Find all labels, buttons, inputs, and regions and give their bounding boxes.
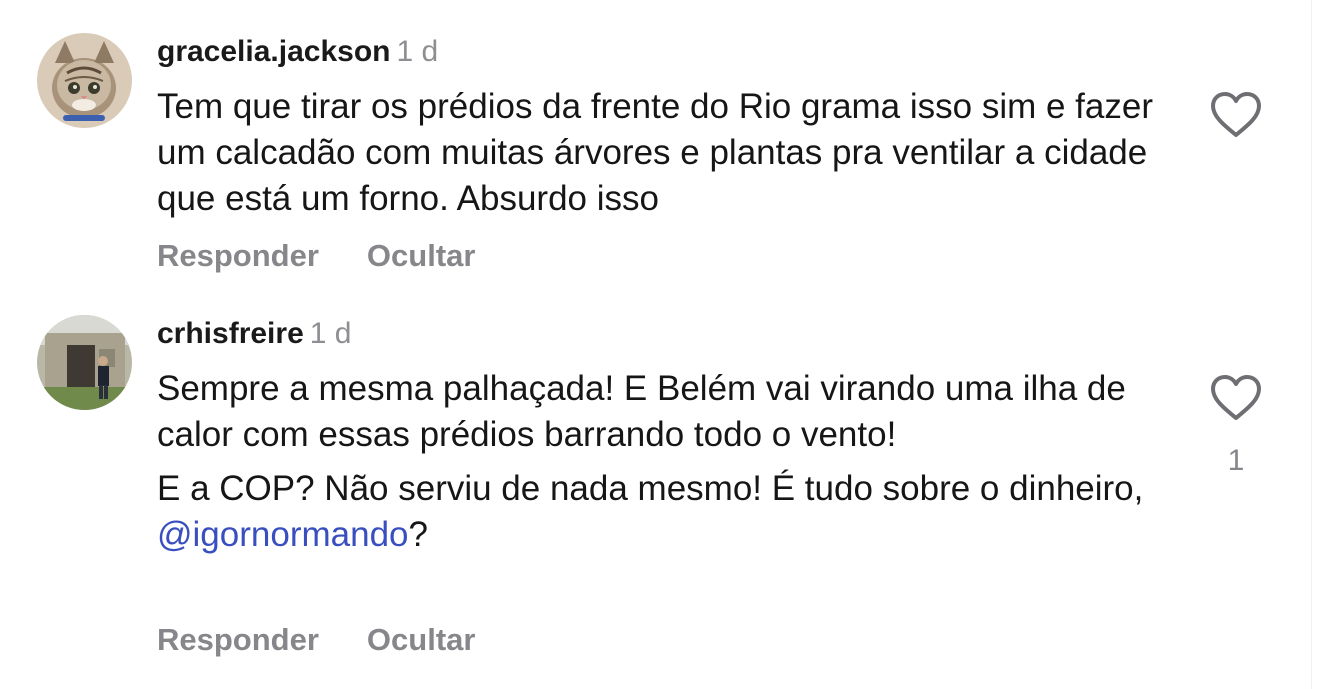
- avatar[interactable]: [37, 315, 132, 410]
- like-count: 1: [1227, 444, 1245, 477]
- username[interactable]: gracelia.jackson: [157, 35, 390, 68]
- heart-icon: [1211, 375, 1261, 420]
- comments-screen: gracelia.jackson 1 d Tem que tirar os pré…: [0, 0, 1320, 689]
- comment-meta: crhisfreire 1 d: [157, 316, 351, 352]
- comment-actions: Responder Ocultar: [157, 622, 475, 658]
- comment-actions: Responder Ocultar: [157, 238, 475, 274]
- avatar[interactable]: [37, 33, 132, 128]
- username[interactable]: crhisfreire: [157, 317, 304, 350]
- comment-text: Sempre a mesma palhaçada! E Belém vai vi…: [157, 366, 1167, 558]
- hide-button[interactable]: Ocultar: [367, 238, 476, 273]
- comment-time: 1 d: [309, 317, 352, 350]
- cat-avatar-icon: [37, 33, 132, 128]
- comment-paragraph: Tem que tirar os prédios da frente do Ri…: [157, 87, 1153, 218]
- comment-meta: gracelia.jackson 1 d: [157, 34, 438, 70]
- comment-paragraph: E a COP? Não serviu de nada mesmo! É tud…: [157, 466, 1167, 558]
- comment-text-part: ?: [408, 515, 428, 554]
- heart-icon: [1211, 92, 1261, 137]
- comment-paragraph: Sempre a mesma palhaçada! E Belém vai vi…: [157, 369, 1126, 454]
- comment-time: 1 d: [396, 35, 439, 68]
- comment-text: Tem que tirar os prédios da frente do Ri…: [157, 84, 1167, 222]
- person-avatar-icon: [37, 315, 132, 410]
- reply-button[interactable]: Responder: [157, 622, 319, 657]
- like-button[interactable]: [1208, 90, 1264, 140]
- reply-button[interactable]: Responder: [157, 238, 319, 273]
- hide-button[interactable]: Ocultar: [367, 622, 476, 657]
- scroll-edge: [1311, 0, 1312, 689]
- like-button[interactable]: [1208, 373, 1264, 423]
- comment-text-part: E a COP? Não serviu de nada mesmo! É tud…: [157, 469, 1144, 508]
- mention-link[interactable]: @igornormando: [157, 515, 409, 554]
